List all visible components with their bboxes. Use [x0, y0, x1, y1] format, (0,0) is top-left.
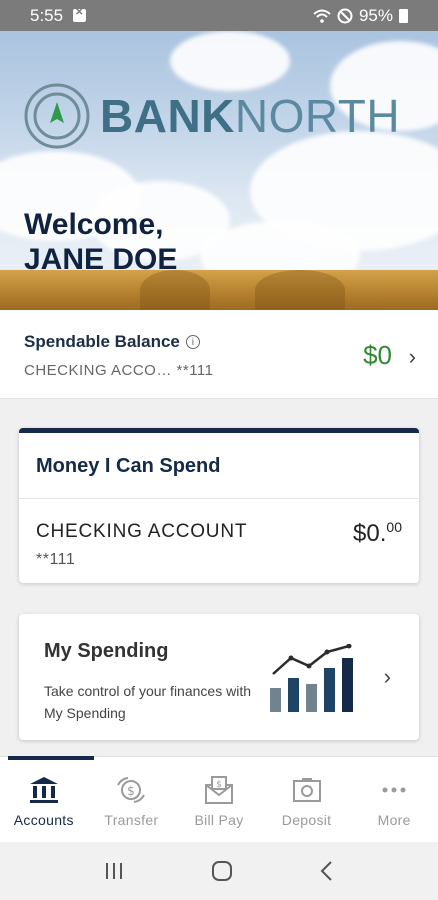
field-path — [255, 270, 345, 310]
nav-transfer[interactable]: $ Transfer — [88, 757, 176, 842]
spendable-balance-label: Spendable Balance — [24, 332, 180, 351]
spendable-amount: $0 — [363, 340, 392, 370]
bar-chart-trend-icon — [270, 644, 353, 712]
info-icon[interactable]: i — [185, 335, 200, 349]
chevron-right-icon: › — [383, 664, 391, 689]
status-left: 5:55 — [30, 5, 87, 26]
nav-label: Accounts — [13, 812, 74, 828]
battery-icon — [399, 8, 408, 23]
account-number: **111 — [36, 551, 76, 568]
logo-wordmark: BANKNORTH — [100, 93, 400, 139]
hero-banner: BANKNORTH Welcome, JANE DOE — [0, 31, 438, 310]
divider — [19, 498, 419, 499]
nav-label: Transfer — [104, 812, 159, 828]
logo-bank-text: BANK — [100, 90, 235, 142]
banknorth-logo: BANKNORTH — [24, 83, 400, 149]
do-not-disturb-icon — [337, 8, 353, 23]
android-navigation-bar — [0, 842, 438, 900]
bill-pay-icon: $ — [204, 776, 233, 804]
spendable-balance-title: Spendable Balance i — [24, 332, 200, 352]
more-icon — [382, 787, 406, 793]
nav-bill-pay[interactable]: $ Bill Pay — [175, 757, 263, 842]
battery-percent: 95% — [358, 5, 393, 25]
user-name: JANE DOE — [24, 243, 178, 277]
nav-accounts[interactable]: Accounts — [0, 756, 94, 842]
nav-label: Bill Pay — [194, 812, 244, 828]
svg-text:$: $ — [216, 780, 222, 790]
compass-logo-icon — [24, 83, 90, 149]
bottom-navigation: Accounts $ Transfer $ Bill Pay Deposit M… — [0, 756, 438, 842]
nav-label: Deposit — [281, 812, 332, 828]
notification-icon — [73, 7, 87, 22]
nav-deposit[interactable]: Deposit — [263, 757, 351, 842]
welcome-line: Welcome, — [24, 208, 164, 241]
account-balance: $0.00 — [353, 519, 402, 548]
status-time: 5:55 — [30, 5, 64, 25]
card-title: Money I Can Spend — [36, 455, 221, 477]
logo-north-text: NORTH — [234, 90, 401, 142]
svg-text:$: $ — [128, 784, 136, 798]
chevron-right-icon: › — [408, 344, 416, 369]
deposit-icon — [292, 778, 321, 802]
nav-label: More — [377, 812, 411, 828]
account-name: CHECKING ACCOUNT — [36, 521, 248, 542]
my-spending-card[interactable]: My Spending Take control of your finance… — [19, 614, 419, 740]
spendable-balance-card[interactable]: Spendable Balance i CHECKING ACCO… **111… — [0, 310, 438, 399]
bank-icon — [29, 777, 58, 803]
cloud-shape — [170, 31, 290, 91]
back-icon[interactable] — [319, 860, 335, 882]
nav-more[interactable]: More — [350, 757, 438, 842]
card-description: Take control of your finances with My Sp… — [44, 683, 251, 722]
spendable-account: CHECKING ACCO… **111 — [24, 362, 214, 379]
account-balance-dollars: $0. — [353, 520, 387, 547]
money-i-can-spend-card: Money I Can Spend CHECKING ACCOUNT **111… — [19, 428, 419, 583]
recent-apps-icon[interactable] — [103, 861, 125, 881]
account-balance-cents: 00 — [386, 519, 402, 535]
home-icon[interactable] — [211, 860, 233, 882]
wifi-icon — [313, 9, 331, 23]
card-title: My Spending — [44, 640, 169, 662]
status-right: 95% — [313, 6, 408, 26]
welcome-message: Welcome, JANE DOE — [24, 207, 177, 278]
transfer-icon: $ — [117, 777, 146, 803]
status-bar: 5:55 95% — [0, 0, 438, 31]
